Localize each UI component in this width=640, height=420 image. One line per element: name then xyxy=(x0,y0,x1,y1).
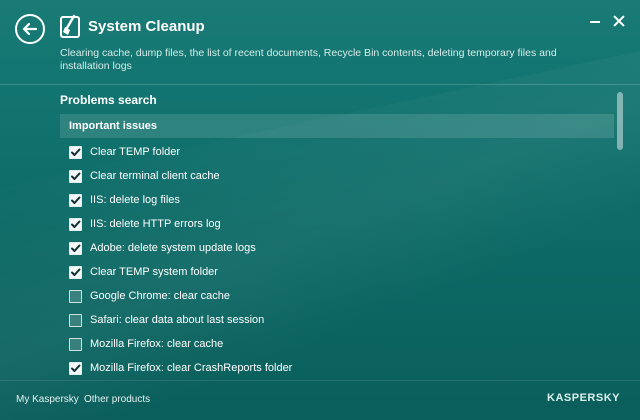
checkmark-icon xyxy=(71,268,81,276)
checkbox-unchecked[interactable] xyxy=(69,289,82,303)
problem-item-label: Mozilla Firefox: clear CrashReports fold… xyxy=(90,362,293,374)
broom-icon xyxy=(60,14,80,38)
scrollbar[interactable] xyxy=(617,92,623,372)
minimize-icon[interactable] xyxy=(588,14,602,28)
problem-item-label: Clear terminal client cache xyxy=(90,170,220,182)
problem-item[interactable]: Mozilla Firefox: clear CrashReports fold… xyxy=(60,356,614,376)
group-header: Important issues xyxy=(60,114,614,138)
checkmark-icon xyxy=(71,244,81,252)
arrow-left-icon xyxy=(22,22,38,36)
checkmark-icon xyxy=(71,148,81,156)
problem-item-label: IIS: delete log files xyxy=(90,194,180,206)
scroll-thumb[interactable] xyxy=(617,92,623,150)
problem-item-label: Clear TEMP folder xyxy=(90,146,181,158)
window-controls xyxy=(588,14,626,28)
problem-item-label: Google Chrome: clear cache xyxy=(90,290,231,302)
checkmark-icon xyxy=(71,364,81,372)
problem-items: Clear TEMP folder Clear terminal client c… xyxy=(60,140,614,376)
section-title: Problems search xyxy=(60,93,157,107)
problem-item-label: Clear TEMP system folder xyxy=(90,266,218,278)
kaspersky-logo: KASPERSKY xyxy=(547,392,620,404)
system-cleanup-window: System Cleanup Clearing cache, dump file… xyxy=(0,0,640,420)
header: System Cleanup Clearing cache, dump file… xyxy=(0,0,640,84)
problem-item-label: Adobe: delete system update logs xyxy=(90,242,256,254)
checkbox-checked[interactable] xyxy=(69,169,82,183)
footer-divider xyxy=(0,380,640,381)
window-description: Clearing cache, dump files, the list of … xyxy=(60,47,557,72)
checkbox-checked[interactable] xyxy=(69,361,82,375)
checkbox-checked[interactable] xyxy=(69,217,82,231)
problem-item[interactable]: Clear TEMP system folder xyxy=(60,260,614,284)
problem-item[interactable]: Adobe: delete system update logs xyxy=(60,236,614,260)
checkmark-icon xyxy=(71,220,81,228)
problems-list-panel: Problems search Important issues Clear T… xyxy=(60,92,614,376)
checkbox-checked[interactable] xyxy=(69,145,82,159)
header-divider xyxy=(0,84,640,85)
checkmark-icon xyxy=(71,196,81,204)
back-button[interactable] xyxy=(15,14,45,44)
problem-item[interactable]: IIS: delete HTTP errors log xyxy=(60,212,614,236)
close-icon[interactable] xyxy=(612,14,626,28)
problem-item[interactable]: Safari: clear data about last session xyxy=(60,308,614,332)
checkbox-checked[interactable] xyxy=(69,193,82,207)
problem-item[interactable]: Clear TEMP folder xyxy=(60,140,614,164)
problem-item-label: IIS: delete HTTP errors log xyxy=(90,218,221,230)
problem-item[interactable]: Google Chrome: clear cache xyxy=(60,284,614,308)
checkbox-unchecked[interactable] xyxy=(69,337,82,351)
footer: My Kaspersky Other products KASPERSKY xyxy=(0,384,640,420)
checkbox-unchecked[interactable] xyxy=(69,313,82,327)
checkmark-icon xyxy=(71,172,81,180)
problem-item[interactable]: Mozilla Firefox: clear cache xyxy=(60,332,614,356)
checkbox-checked[interactable] xyxy=(69,265,82,279)
my-kaspersky-link[interactable]: My Kaspersky xyxy=(16,394,79,405)
checkbox-checked[interactable] xyxy=(69,241,82,255)
problem-item-label: Safari: clear data about last session xyxy=(90,314,265,326)
problem-item-label: Mozilla Firefox: clear cache xyxy=(90,338,224,350)
other-products-link[interactable]: Other products xyxy=(84,394,150,405)
problem-item[interactable]: Clear terminal client cache xyxy=(60,164,614,188)
problem-item[interactable]: IIS: delete log files xyxy=(60,188,614,212)
window-title: System Cleanup xyxy=(88,18,205,35)
